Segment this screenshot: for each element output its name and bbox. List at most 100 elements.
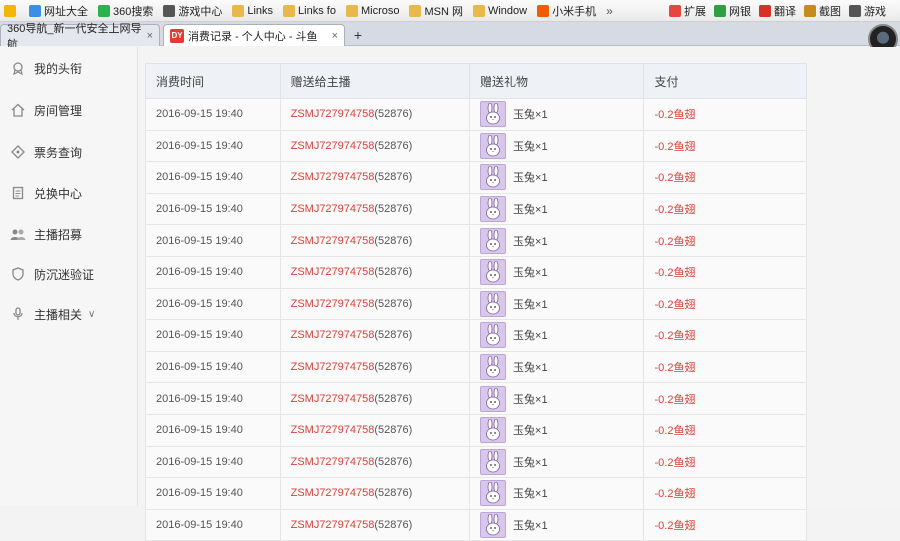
cell-gift: 玉兔×1 [470, 288, 645, 320]
consumption-table: 消费时间 赠送给主播 赠送礼物 支付 2016-09-15 19:40 ZSMJ7… [145, 63, 807, 541]
bookmark-item[interactable]: Links fo [283, 4, 336, 17]
cell-host: ZSMJ727974758 (52876) [281, 193, 471, 225]
cell-payment: -0.2鱼翅 [644, 99, 806, 130]
table-row: 2016-09-15 19:40 ZSMJ727974758 (52876) 玉兔×1… [145, 130, 807, 163]
host-name-link[interactable]: ZSMJ727974758 [291, 361, 375, 373]
sidebar-item[interactable]: 主播相关 ∨ [0, 303, 138, 325]
rabbit-gift-icon [480, 132, 507, 159]
payment-text: -0.2鱼翅 [654, 488, 696, 501]
host-name-link[interactable]: ZSMJ727974758 [291, 519, 375, 531]
cell-time: 2016-09-15 19:40 [146, 288, 281, 320]
cell-gift: 玉兔×1 [470, 478, 645, 509]
table-row: 2016-09-15 19:40 ZSMJ727974758 (52876) 玉兔×1… [145, 193, 807, 226]
host-name-link[interactable]: ZSMJ727974758 [291, 456, 375, 468]
host-name-link[interactable]: ZSMJ727974758 [291, 171, 375, 183]
cell-gift: 玉兔×1 [470, 130, 645, 162]
cell-time: 2016-09-15 19:40 [146, 130, 281, 162]
tab-consumption-records[interactable]: DY 消费记录 - 个人中心 - 斗鱼 × [163, 24, 345, 46]
table-row: 2016-09-15 19:40 ZSMJ727974758 (52876) 玉兔×1… [145, 414, 807, 447]
sidebar-item[interactable]: 房间管理 [0, 99, 138, 121]
rabbit-gift-icon [480, 512, 507, 539]
sidebar-item[interactable]: 主播招募 [0, 223, 138, 245]
close-icon[interactable]: × [143, 30, 153, 42]
rabbit-gift-icon [480, 227, 507, 254]
toolbar-button[interactable]: 扩展 [669, 3, 706, 19]
table-row: 2016-09-15 19:40 ZSMJ727974758 (52876) 玉兔×1… [145, 509, 807, 541]
bookmark-item[interactable] [4, 4, 19, 17]
cell-host: ZSMJ727974758 (52876) [281, 320, 471, 351]
bookmark-label: 网址大全 [44, 5, 88, 18]
bookmark-item[interactable]: Links [232, 4, 273, 17]
host-name-link[interactable]: ZSMJ727974758 [291, 424, 375, 436]
gamepad-icon [849, 5, 861, 17]
payment-text: -0.2鱼翅 [654, 172, 696, 185]
close-icon[interactable]: × [328, 30, 338, 42]
microphone-icon [10, 306, 26, 322]
cell-gift: 玉兔×1 [470, 193, 645, 225]
cell-payment: -0.2鱼翅 [644, 257, 806, 288]
toolbar-button[interactable]: 游戏 [849, 3, 886, 19]
toolbar-label: 扩展 [684, 6, 706, 18]
payment-text: -0.2鱼翅 [654, 298, 696, 311]
time-text: 2016-09-15 19:40 [156, 329, 243, 342]
toolbar-label: 翻译 [774, 6, 796, 18]
bookmark-item[interactable]: 360搜索 [98, 3, 153, 19]
bookmark-label: 360搜索 [113, 5, 154, 18]
host-name-link[interactable]: ZSMJ727974758 [291, 235, 375, 247]
gift-text: 玉兔×1 [513, 456, 548, 469]
toolbar-button[interactable]: 网银 [714, 3, 751, 19]
new-tab-button[interactable]: + [349, 26, 367, 44]
gift-text: 玉兔×1 [513, 330, 548, 343]
bookmark-item[interactable]: Microso [345, 4, 399, 17]
host-name-link[interactable]: ZSMJ727974758 [291, 266, 375, 278]
header-gift: 赠送礼物 [470, 64, 645, 98]
cell-host: ZSMJ727974758 (52876) [281, 478, 471, 509]
host-name-link[interactable]: ZSMJ727974758 [291, 203, 375, 215]
bookmarks-more-button[interactable]: » [606, 4, 613, 18]
sidebar-item-label: 房间管理 [34, 103, 83, 118]
mi-icon [537, 4, 550, 17]
bookmark-item[interactable]: 网址大全 [29, 3, 88, 19]
cell-gift: 玉兔×1 [470, 446, 645, 478]
sidebar-item-label: 兑换中心 [34, 186, 83, 201]
gift-text: 玉兔×1 [513, 520, 548, 533]
sidebar-item[interactable]: 兑换中心 [0, 182, 138, 204]
rabbit-gift-icon [480, 322, 507, 349]
rabbit-gift-icon [480, 417, 507, 444]
table-row: 2016-09-15 19:40 ZSMJ727974758 (52876) 玉兔×1… [145, 351, 807, 384]
cell-host: ZSMJ727974758 (52876) [281, 446, 471, 478]
cell-gift: 玉兔×1 [470, 99, 645, 130]
scissors-icon [804, 5, 816, 17]
folder-icon [472, 4, 485, 17]
bookmark-item[interactable]: MSN 网 [409, 3, 463, 19]
cell-time: 2016-09-15 19:40 [146, 383, 281, 414]
sidebar-item[interactable]: 防沉迷验证 [0, 263, 138, 285]
sidebar-item[interactable]: 我的头衔 [0, 57, 138, 79]
cell-payment: -0.2鱼翅 [644, 194, 806, 225]
toolbar-button[interactable]: 翻译 [759, 3, 796, 19]
bookmark-label: MSN 网 [424, 5, 463, 18]
host-name-link[interactable]: ZSMJ727974758 [291, 298, 375, 310]
chevron-down-icon[interactable]: ∨ [88, 309, 95, 320]
tab-360-navigation[interactable]: 360导航_新一代安全上网导航 × [0, 23, 160, 51]
header-host: 赠送给主播 [281, 64, 471, 98]
time-text: 2016-09-15 19:40 [156, 424, 243, 437]
bookmark-item[interactable]: Window [472, 4, 527, 17]
time-text: 2016-09-15 19:40 [156, 361, 243, 374]
bookmark-item[interactable]: 游戏中心 [163, 3, 222, 19]
sidebar-item-label: 防沉迷验证 [34, 267, 95, 282]
folder-icon [409, 4, 422, 17]
sidebar-item[interactable]: 票务查询 [0, 141, 138, 163]
tab-title: 消费记录 - 个人中心 - 斗鱼 [188, 30, 318, 43]
host-name-link[interactable]: ZSMJ727974758 [291, 108, 375, 120]
host-name-link[interactable]: ZSMJ727974758 [291, 393, 375, 405]
bookmark-item[interactable]: 小米手机 [537, 3, 596, 19]
payment-text: -0.2鱼翅 [654, 267, 696, 280]
host-name-link[interactable]: ZSMJ727974758 [291, 140, 375, 152]
gift-text: 玉兔×1 [513, 425, 548, 438]
host-name-link[interactable]: ZSMJ727974758 [291, 329, 375, 341]
toolbar-button[interactable]: 截图 [804, 3, 841, 19]
host-name-link[interactable]: ZSMJ727974758 [291, 487, 375, 499]
gift-text: 玉兔×1 [513, 267, 548, 280]
bookmark-label: Links fo [298, 4, 336, 17]
